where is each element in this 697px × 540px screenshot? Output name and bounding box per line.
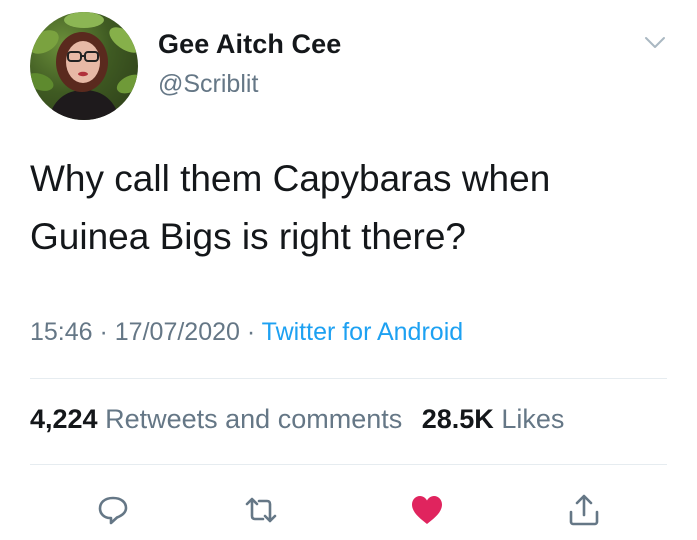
heart-icon	[412, 496, 442, 524]
retweets-count: 4,224	[30, 404, 98, 434]
reply-icon	[98, 496, 128, 525]
meta-separator: ·	[92, 318, 115, 346]
display-name[interactable]: Gee Aitch Cee	[158, 29, 341, 60]
tweet-text-line: Guinea Bigs is right there?	[30, 216, 467, 257]
user-handle[interactable]: @Scriblit	[158, 70, 258, 99]
tweet-time[interactable]: 15:46	[30, 318, 93, 346]
retweets-stat[interactable]: 4,224 Retweets and comments	[30, 404, 402, 434]
divider	[30, 464, 667, 465]
avatar-image	[30, 12, 138, 120]
retweet-icon	[245, 497, 277, 523]
tweet-meta: 15:46 · 17/07/2020 · Twitter for Android	[30, 318, 463, 347]
share-icon	[569, 494, 599, 526]
avatar[interactable]	[30, 12, 138, 120]
likes-count: 28.5K	[421, 404, 494, 434]
like-button[interactable]	[409, 492, 445, 528]
retweets-label: Retweets and comments	[105, 404, 403, 434]
divider	[30, 378, 667, 379]
likes-label: Likes	[501, 404, 565, 434]
tweet-text: Why call them Capybaras when Guinea Bigs…	[30, 150, 670, 266]
tweet-date[interactable]: 17/07/2020	[115, 318, 240, 346]
reply-button[interactable]	[95, 492, 131, 528]
likes-stat[interactable]: 28.5K Likes	[422, 404, 565, 434]
meta-separator: ·	[239, 318, 262, 346]
chevron-down-icon[interactable]	[644, 36, 666, 50]
tweet-stats: 4,224 Retweets and comments 28.5K Likes	[30, 404, 564, 435]
tweet-source[interactable]: Twitter for Android	[262, 318, 463, 346]
share-button[interactable]	[566, 492, 602, 528]
tweet-card: Gee Aitch Cee @Scriblit Why call them Ca…	[0, 0, 697, 540]
tweet-text-line: Why call them Capybaras when	[30, 158, 551, 199]
retweet-button[interactable]	[243, 492, 279, 528]
